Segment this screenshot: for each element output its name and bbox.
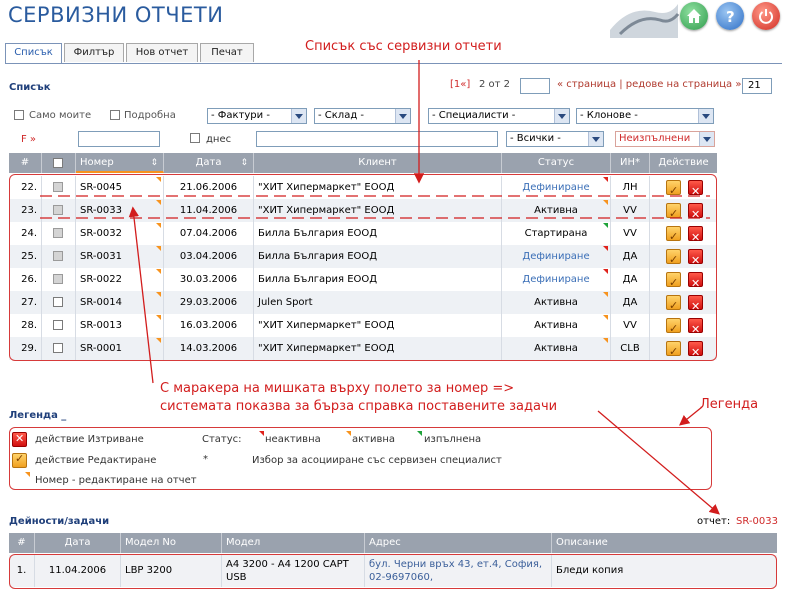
annotation-arrows	[40, 60, 720, 515]
annotation-list-note: Списък със сервизни отчети	[305, 39, 502, 54]
annotation-legend-note: Легенда	[700, 397, 759, 412]
annotation-hover-line-2: системата показва за бърза справка поста…	[160, 399, 558, 414]
annotation-hover-line-1: С маракера на мишката върху полето за но…	[160, 381, 515, 396]
